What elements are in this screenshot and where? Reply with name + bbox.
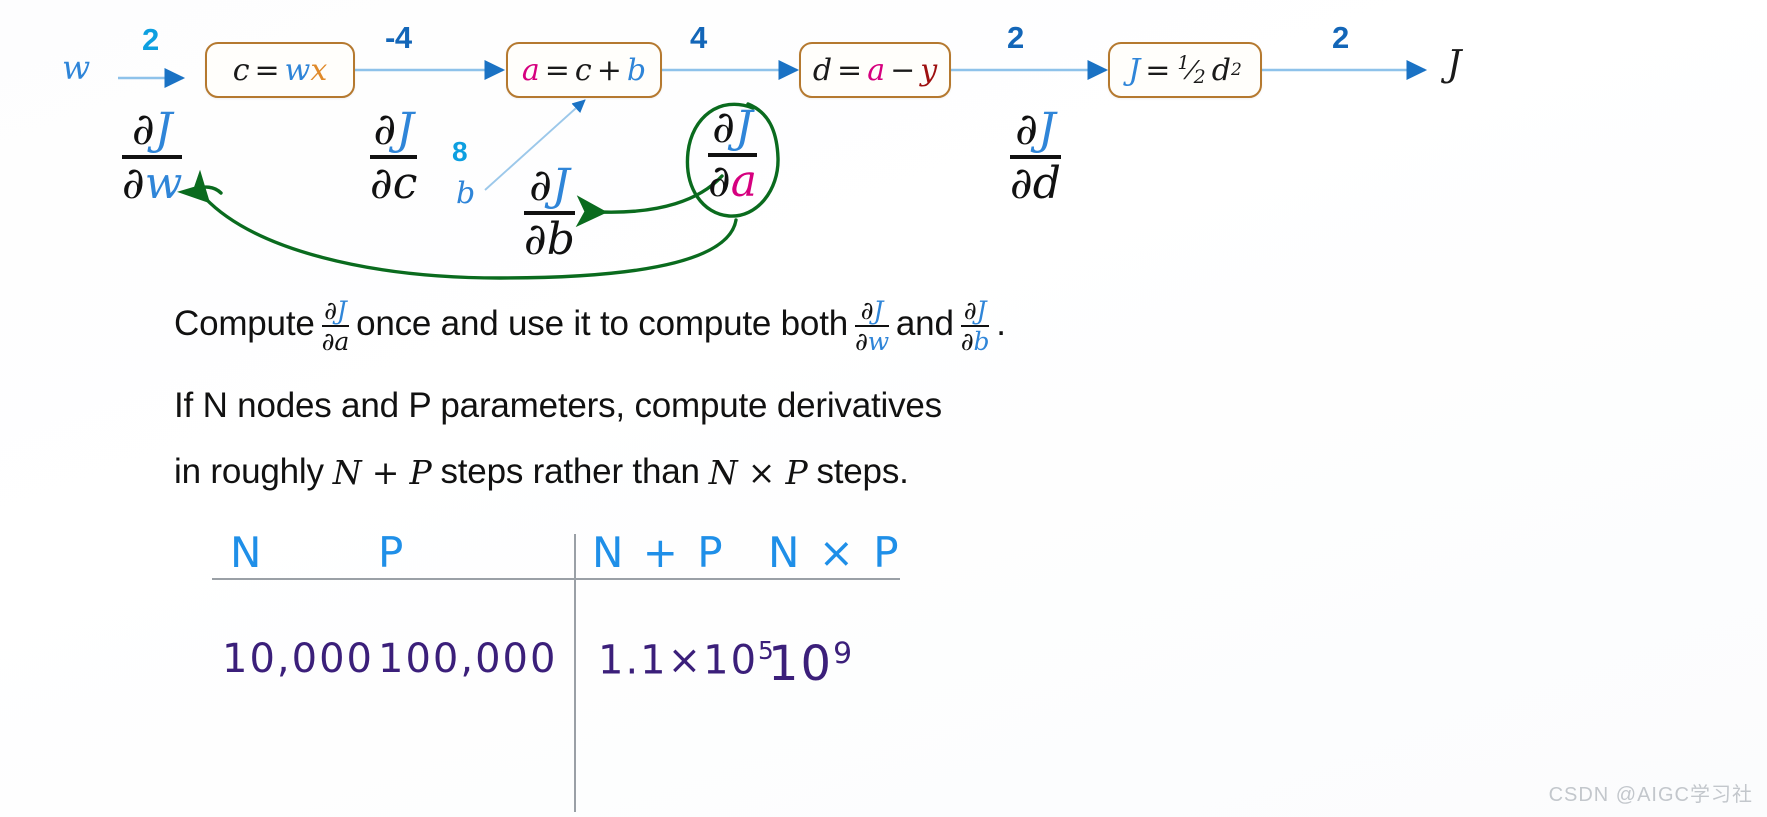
table-cell-N-times-P-value: 109	[768, 636, 854, 692]
node-J-lhs: J	[1128, 52, 1141, 88]
prose-line-compute: Compute ∂J ∂a once and use it to compute…	[174, 296, 1006, 356]
edge-value-a-to-d: 4	[690, 20, 707, 55]
dJda-denominator: ∂a	[708, 155, 757, 207]
dJdb-numerator: ∂J	[529, 160, 570, 211]
inline-dJdw-num: ∂J	[860, 296, 884, 325]
table-header-rule	[212, 578, 900, 580]
prose-line3-part1: in roughly	[174, 452, 324, 491]
node-c-equals: =	[254, 52, 280, 88]
dJda-numerator: ∂J	[712, 102, 753, 153]
edge-value-b-to-a: 8	[452, 136, 468, 167]
node-d-equals: =	[837, 52, 863, 88]
dJdd-denominator: ∂d	[1010, 157, 1061, 209]
node-c-rhs-x: x	[310, 52, 328, 88]
dJdc-numerator: ∂J	[373, 104, 414, 155]
derivative-dJdw: ∂J ∂w	[122, 104, 183, 209]
node-J-d-exponent: 2	[1230, 60, 1242, 80]
node-a-rhs-b: b	[626, 52, 647, 88]
dJdd-numerator: ∂J	[1015, 104, 1056, 155]
n-times-p-exponent: 9	[833, 636, 855, 671]
derivative-dJdb: ∂J ∂b	[524, 164, 575, 262]
node-c-lhs: c	[232, 52, 250, 88]
prose-line3-part3: steps.	[816, 452, 909, 491]
table-header-N-plus-P: N + P	[592, 528, 726, 577]
table-header-N: N	[230, 528, 265, 577]
node-J-numerator: 1	[1177, 52, 1190, 74]
node-J-equals: =	[1145, 52, 1171, 88]
node-J-d-term: d	[1211, 52, 1231, 88]
inline-frac-dJdw: ∂J ∂w	[854, 296, 889, 356]
prose-line1-part3: and	[895, 304, 954, 343]
table-cell-N-value: 10,000	[222, 636, 374, 682]
inline-dJdb-den: ∂b	[960, 327, 990, 356]
dJdb-denominator: ∂b	[524, 213, 575, 265]
table-header-P: P	[378, 528, 407, 577]
dJdw-numerator: ∂J	[132, 104, 173, 155]
node-J-half-fraction: 1 ⁄ 2	[1177, 52, 1206, 88]
node-d-rhs-y: y	[920, 52, 938, 88]
prose-line3-math-sum: N + P	[332, 452, 432, 492]
prose-line3-math-product: N × P	[708, 452, 808, 492]
inline-frac-dJdb: ∂J ∂b	[960, 296, 990, 356]
prose-line2-text: If N nodes and P parameters, compute der…	[174, 386, 942, 425]
prose-line-nodes-params: If N nodes and P parameters, compute der…	[174, 386, 942, 426]
prose-line-steps: in roughly N + P steps rather than N × P…	[174, 452, 909, 492]
node-a-plus: +	[596, 52, 622, 88]
edge-value-c-to-a: -4	[385, 20, 412, 55]
inline-dJdb-num: ∂J	[963, 296, 987, 325]
green-arrow-to-dJdb	[575, 174, 724, 228]
edge-value-J-output: 2	[1332, 20, 1349, 55]
node-d-lhs: d	[812, 52, 833, 88]
node-box-a[interactable]: a = c + b	[506, 42, 662, 98]
node-J-denominator: 2	[1193, 66, 1206, 88]
derivative-dJdd: ∂J ∂d	[1010, 108, 1061, 206]
node-a-equals: =	[544, 52, 570, 88]
derivative-dJda: ∂J ∂a	[708, 106, 757, 204]
inline-dJda-num: ∂J	[324, 296, 347, 325]
prose-line1-part1: Compute	[174, 304, 315, 343]
inline-frac-dJda: ∂J ∂a	[321, 296, 350, 356]
prose-line3-part2: steps rather than	[440, 452, 700, 491]
output-variable-J: J	[1447, 44, 1462, 85]
n-times-p-mantissa: 10	[768, 636, 834, 692]
table-cell-P-value: 100,000	[378, 636, 558, 682]
dJdc-denominator: ∂c	[370, 157, 418, 209]
node-box-J[interactable]: J = 1 ⁄ 2 d2	[1108, 42, 1262, 98]
n-plus-p-mantissa: 1.1×10	[598, 637, 759, 684]
b-variable-label: b	[456, 176, 476, 211]
node-a-lhs: a	[521, 52, 540, 88]
node-d-rhs-a: a	[867, 52, 886, 88]
prose-line1-part4: .	[996, 304, 1006, 343]
table-column-divider	[574, 534, 576, 812]
node-a-rhs-c: c	[574, 52, 592, 88]
watermark-text: CSDN @AIGC学习社	[1548, 784, 1753, 806]
prose-line1-part2: once and use it to compute both	[356, 304, 848, 343]
node-c-rhs-w: w	[284, 52, 311, 88]
derivative-dJdc: ∂J ∂c	[370, 104, 418, 209]
input-variable-w: w	[62, 48, 91, 87]
table-cell-N-plus-P-value: 1.1×105	[598, 636, 776, 683]
edge-value-w-to-c: 2	[142, 22, 159, 57]
table-header-N-times-P: N × P	[768, 528, 902, 577]
dJdw-denominator: ∂w	[122, 157, 183, 209]
inline-dJdw-den: ∂w	[854, 327, 889, 356]
node-d-minus: −	[890, 52, 916, 88]
node-box-d[interactable]: d = a − y	[799, 42, 951, 98]
node-box-c[interactable]: c = w x	[205, 42, 355, 98]
slide-canvas: w J b 2 -4 4 2 2 8 c = w x a = c + b d =…	[0, 0, 1767, 817]
inline-dJda-den: ∂a	[321, 327, 350, 356]
edge-value-d-to-J: 2	[1007, 20, 1024, 55]
